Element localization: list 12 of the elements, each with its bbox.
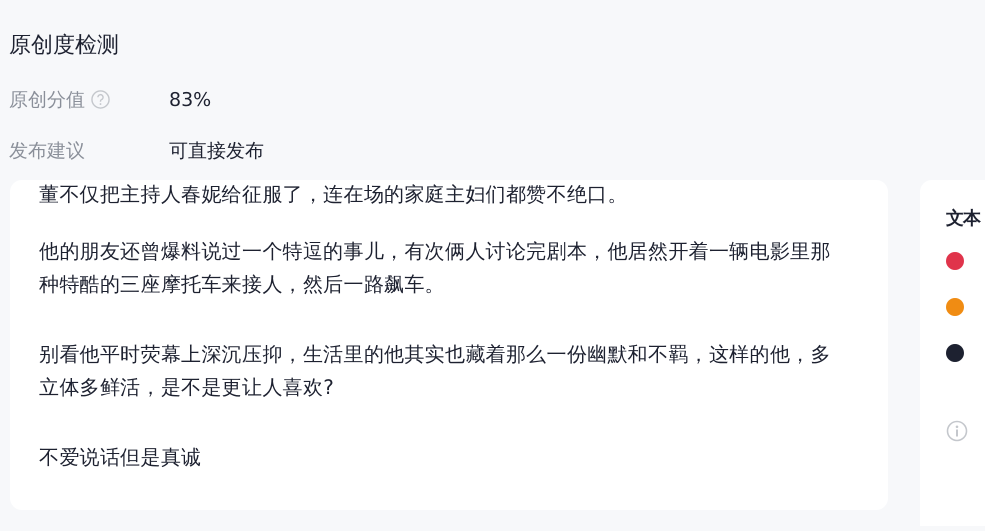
panel-title: 文本 (946, 207, 982, 230)
article-paragraph: 董不仅把主持人春妮给征服了，连在场的家庭主妇们都赞不绝口。 (39, 181, 629, 208)
field-label: 发布建议 (9, 138, 85, 164)
help-icon[interactable] (91, 90, 110, 109)
field-value: 83% (169, 88, 212, 110)
article-paragraph: 他的朋友还曾爆料说过一个特逗的事儿，有次俩人讨论完剧本，他居然开着一辆电影里那种特酷的三座摩托车来接人，然后一路飙车。 (39, 238, 832, 298)
info-icon (946, 420, 968, 442)
page-title: 原创度检测 (8, 32, 120, 60)
field-value: 可直接发布 (169, 138, 264, 164)
article-paragraph: 不爱说话但是真诚 (39, 444, 202, 471)
field-label: 原创分值 (9, 88, 85, 112)
article-paragraph: 别看他平时荧幕上深沉压抑，生活里的他其实也藏着那么一份幽默和不羁，这样的他，多立体多鲜活，是不是更让人喜欢? (39, 341, 832, 401)
